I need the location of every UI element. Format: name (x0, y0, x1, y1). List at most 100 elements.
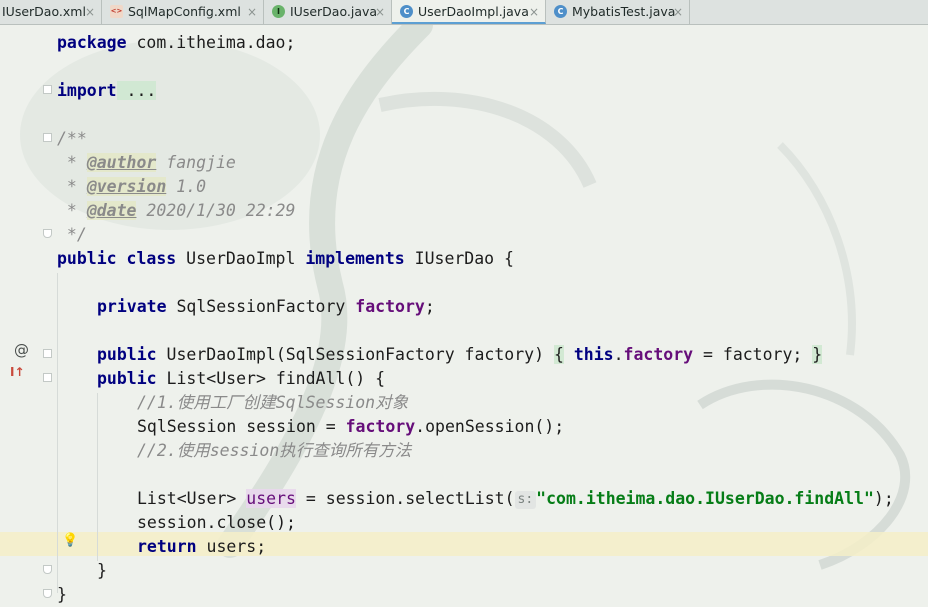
doc-comment: */ (57, 225, 87, 244)
implements-marker-icon[interactable]: I↑ (10, 365, 25, 379)
keyword: return (137, 537, 197, 556)
class-icon: C (400, 5, 413, 18)
package-name: com.itheima.dao; (126, 33, 296, 52)
punctuation: ; (256, 537, 267, 556)
fold-toggle-icon[interactable] (43, 589, 52, 598)
list-declaration: List<User> (137, 489, 247, 508)
line-comment: //1.使用工厂创建SqlSession对象 (137, 393, 409, 412)
interface-icon: I (272, 5, 285, 18)
keyword: public (97, 369, 157, 388)
class-icon: C (554, 5, 567, 18)
doc-comment: * (57, 201, 87, 220)
doc-tag: @version (86, 177, 167, 196)
code-line-constructor: public UserDaoImpl(SqlSessionFactory fac… (97, 343, 823, 367)
brace: } (57, 585, 67, 604)
close-icon[interactable]: × (85, 0, 95, 24)
code-line-find-all: public List<User> findAll() { (97, 367, 385, 391)
code-line-open-session: SqlSession session = factory.openSession… (137, 415, 564, 439)
method-call: session.close(); (137, 513, 296, 532)
tab-label: IUserDao.xml (2, 4, 86, 19)
doc-tag: @author (86, 153, 157, 172)
close-icon[interactable]: × (375, 0, 385, 24)
fold-toggle-icon[interactable] (43, 565, 52, 574)
return-value: users (196, 537, 257, 556)
code-line-return: return users; (137, 535, 266, 559)
punctuation: ); (873, 489, 894, 508)
method-signature: List<User> findAll() { (156, 369, 386, 388)
string-literal: "com.itheima.dao.IUserDao.findAll" (536, 489, 874, 508)
punctuation: ; (424, 297, 435, 316)
fold-toggle-icon[interactable] (43, 229, 52, 238)
editor-tab-bar: IUserDao.xml × <> SqlMapConfig.xml × I I… (0, 0, 928, 25)
close-icon[interactable]: × (673, 0, 683, 24)
keyword: public (57, 249, 117, 268)
keyword: class (126, 249, 177, 268)
code-line-class-close: } (57, 583, 67, 607)
field-type: SqlSessionFactory (166, 297, 356, 316)
fold-toggle-icon[interactable] (43, 373, 52, 382)
keyword: public (97, 345, 157, 364)
doc-comment: * (57, 177, 87, 196)
tab-iuserdao-java[interactable]: I IUserDao.java × (264, 0, 392, 24)
tab-mybatistest-java[interactable]: C MybatisTest.java × (546, 0, 690, 24)
fold-toggle-icon[interactable] (43, 349, 52, 358)
indent-guide (97, 393, 98, 561)
variable-users: users (246, 489, 296, 508)
tab-label: IUserDao.java (290, 4, 378, 19)
code-line-doc-author: * @author fangjie (57, 151, 236, 175)
close-icon[interactable]: × (529, 0, 539, 24)
code-line-class-decl: public class UserDaoImpl implements IUse… (57, 247, 514, 271)
tab-label: UserDaoImpl.java (418, 4, 529, 19)
code-line-doc-open: /** (57, 127, 87, 151)
close-icon[interactable]: × (247, 0, 257, 24)
code-editor[interactable]: @ I↑ 💡 package com.itheima.dao; import .… (0, 25, 928, 607)
keyword: this (573, 345, 614, 364)
parameter-hint: s: (514, 491, 537, 509)
interface-name: IUserDao { (404, 249, 514, 268)
doc-tag: @date (86, 201, 137, 220)
code-line-package: package com.itheima.dao; (57, 31, 295, 55)
indent-guide (57, 273, 58, 593)
folded-brace[interactable]: } (812, 345, 823, 364)
code-line-doc-date: * @date 2020/1/30 22:29 (57, 199, 295, 223)
code-line-method-close: } (97, 559, 107, 583)
constructor-signature: UserDaoImpl(SqlSessionFactory factory) (156, 345, 554, 364)
editor-gutter[interactable]: @ I↑ 💡 (0, 25, 78, 607)
keyword: package (57, 33, 127, 52)
keyword: implements (305, 249, 405, 268)
tab-iuserdao-xml[interactable]: IUserDao.xml × (0, 0, 102, 24)
keyword: private (97, 297, 167, 316)
method-call: = session.selectList( (295, 489, 515, 508)
fold-toggle-icon[interactable] (43, 133, 52, 142)
field-name: factory (623, 345, 694, 364)
doc-comment: /** (57, 129, 87, 148)
class-name: UserDaoImpl (176, 249, 306, 268)
brace: } (97, 561, 107, 580)
line-comment: //2.使用session执行查询所有方法 (137, 441, 412, 460)
doc-comment: 2020/1/30 22:29 (136, 201, 296, 220)
tab-userdaoimpl-java[interactable]: C UserDaoImpl.java × (392, 0, 546, 24)
session-declaration: SqlSession session = (137, 417, 346, 436)
field-name: factory (355, 297, 425, 316)
tab-sqlmapconfig-xml[interactable]: <> SqlMapConfig.xml × (102, 0, 264, 24)
fold-toggle-icon[interactable] (43, 85, 52, 94)
xml-file-icon: <> (110, 5, 123, 18)
doc-comment: fangjie (156, 153, 236, 172)
intention-bulb-icon[interactable]: 💡 (62, 533, 78, 548)
code-line-doc-version: * @version 1.0 (57, 175, 206, 199)
folded-brace[interactable]: { (553, 345, 564, 364)
code-line-comment-1: //1.使用工厂创建SqlSession对象 (137, 391, 408, 415)
folded-imports[interactable]: ... (116, 81, 157, 100)
assignment: = factory; (693, 345, 813, 364)
override-marker-icon[interactable]: @ (14, 341, 29, 359)
code-line-doc-close: */ (57, 223, 87, 247)
doc-comment: 1.0 (166, 177, 207, 196)
doc-comment: * (57, 153, 87, 172)
field-name: factory (345, 417, 416, 436)
code-line-session-close: session.close(); (137, 511, 296, 535)
code-line-field: private SqlSessionFactory factory; (97, 295, 435, 319)
punctuation: . (613, 345, 624, 364)
method-call: .openSession(); (415, 417, 565, 436)
tab-label: MybatisTest.java (572, 4, 676, 19)
code-line-select-list: List<User> users = session.selectList(s:… (137, 487, 894, 511)
